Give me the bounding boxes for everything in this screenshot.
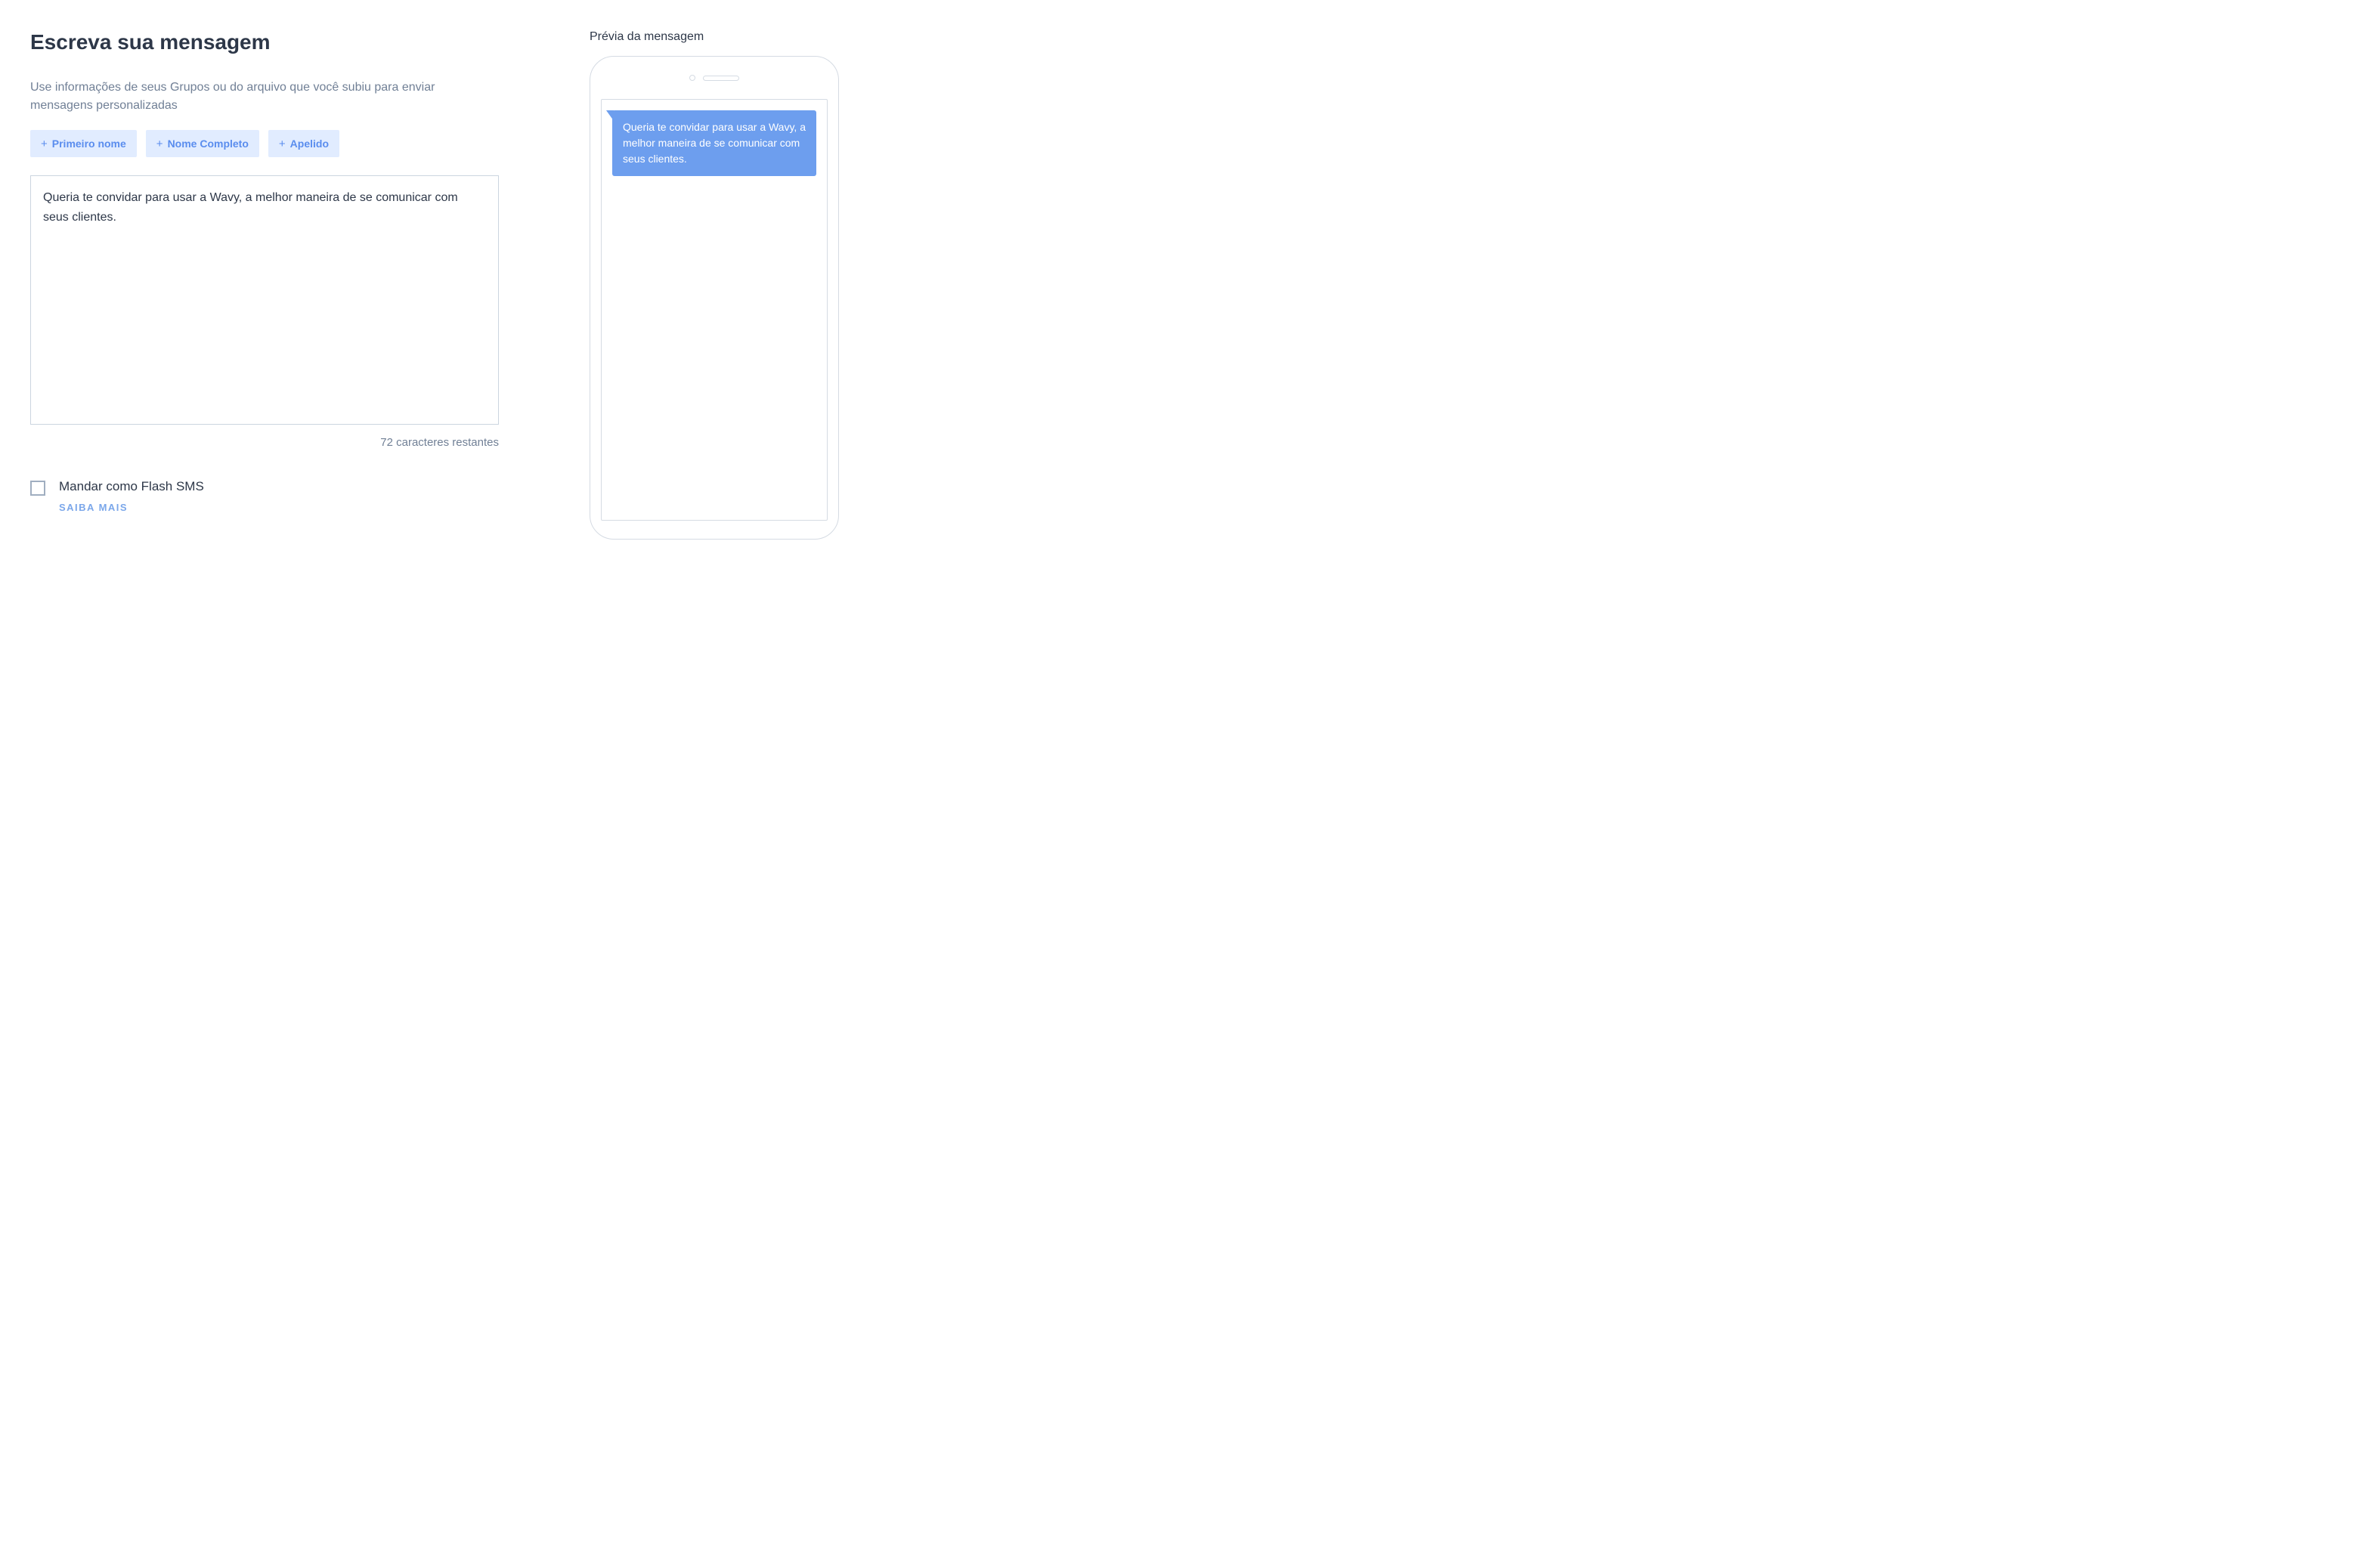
message-bubble: Queria te convidar para usar a Wavy, a m… bbox=[612, 110, 816, 176]
page-subtitle: Use informações de seus Grupos ou do arq… bbox=[30, 79, 499, 115]
chip-label: Nome Completo bbox=[168, 138, 249, 150]
phone-screen: Queria te convidar para usar a Wavy, a m… bbox=[601, 99, 828, 521]
variable-chips: + Primeiro nome + Nome Completo + Apelid… bbox=[30, 130, 499, 157]
plus-icon: + bbox=[156, 138, 163, 150]
preview-title: Prévia da mensagem bbox=[590, 30, 847, 44]
flash-sms-checkbox[interactable] bbox=[30, 481, 45, 496]
chip-primeiro-nome[interactable]: + Primeiro nome bbox=[30, 130, 137, 157]
chip-apelido[interactable]: + Apelido bbox=[268, 130, 339, 157]
chip-nome-completo[interactable]: + Nome Completo bbox=[146, 130, 259, 157]
phone-notch bbox=[601, 70, 828, 85]
flash-sms-label: Mandar como Flash SMS bbox=[59, 479, 204, 494]
page-title: Escreva sua mensagem bbox=[30, 30, 499, 54]
char-counter: 72 caracteres restantes bbox=[30, 436, 499, 449]
learn-more-link[interactable]: SAIBA MAIS bbox=[59, 502, 204, 513]
plus-icon: + bbox=[41, 138, 48, 150]
phone-preview: Queria te convidar para usar a Wavy, a m… bbox=[590, 56, 839, 540]
message-bubble-wrap: Queria te convidar para usar a Wavy, a m… bbox=[612, 110, 816, 176]
chip-label: Primeiro nome bbox=[52, 138, 126, 150]
message-textarea[interactable] bbox=[30, 175, 499, 425]
phone-speaker-icon bbox=[703, 76, 739, 81]
phone-camera-icon bbox=[689, 75, 695, 81]
chip-label: Apelido bbox=[290, 138, 329, 150]
plus-icon: + bbox=[279, 138, 286, 150]
